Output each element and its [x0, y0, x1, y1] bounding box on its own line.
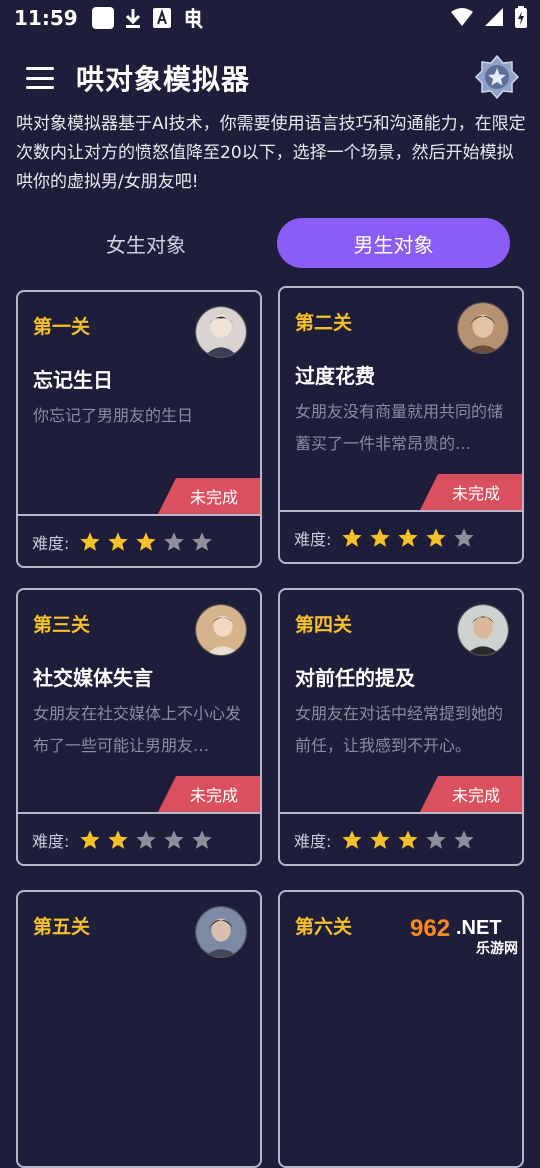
tab-female[interactable]: 女生对象	[20, 218, 272, 268]
menu-icon[interactable]	[26, 67, 54, 89]
wifi-icon	[450, 7, 474, 27]
difficulty-row: 难度:	[32, 530, 213, 554]
star-filled-icon	[107, 531, 129, 553]
level-card-5[interactable]: 第五关	[16, 890, 262, 1168]
level-card-4[interactable]: 第四关 对前任的提及 女朋友在对话中经常提到她的前任，让我感到不开心。 未完成 …	[278, 588, 524, 866]
app-header: 哄对象模拟器	[0, 52, 540, 104]
star-empty-icon	[163, 829, 185, 851]
difficulty-row: 难度:	[32, 828, 213, 852]
star-filled-icon	[341, 527, 363, 549]
star-empty-icon	[425, 829, 447, 851]
gender-tabs: 女生对象 男生对象	[20, 218, 520, 268]
font-icon	[152, 7, 172, 29]
star-filled-icon	[397, 527, 419, 549]
card-divider	[280, 510, 522, 512]
avatar	[195, 604, 247, 656]
card-description: 女朋友在社交媒体上不小心发布了一些可能让男朋友…	[33, 698, 253, 762]
card-divider	[18, 514, 260, 516]
download-icon	[124, 7, 142, 29]
level-card-3[interactable]: 第三关 社交媒体失言 女朋友在社交媒体上不小心发布了一些可能让男朋友… 未完成 …	[16, 588, 262, 866]
tab-male[interactable]: 男生对象	[277, 218, 510, 268]
page-title: 哄对象模拟器	[76, 58, 250, 98]
status-time: 11:59	[14, 6, 78, 30]
card-description: 女朋友在对话中经常提到她的前任，让我感到不开心。	[295, 698, 515, 762]
rank-badge-icon[interactable]	[474, 54, 520, 100]
difficulty-stars	[79, 531, 213, 553]
star-filled-icon	[425, 527, 447, 549]
app-notification-icon	[92, 7, 114, 29]
status-badge: 未完成	[158, 478, 262, 514]
star-empty-icon	[135, 829, 157, 851]
star-filled-icon	[369, 527, 391, 549]
level-card-1[interactable]: 第一关 忘记生日 你忘记了男朋友的生日 未完成 难度:	[16, 290, 262, 568]
bug-icon	[182, 6, 206, 30]
notification-icons	[92, 6, 206, 30]
difficulty-row: 难度:	[294, 526, 475, 550]
svg-text:乐游网: 乐游网	[476, 940, 518, 956]
status-bar: 11:59	[0, 0, 540, 36]
card-level: 第六关	[295, 912, 352, 939]
status-badge: 未完成	[158, 776, 262, 812]
star-empty-icon	[453, 527, 475, 549]
svg-text:962: 962	[410, 915, 450, 942]
system-icons	[450, 6, 528, 28]
difficulty-label: 难度:	[294, 828, 331, 852]
card-level: 第一关	[33, 312, 90, 339]
star-empty-icon	[191, 829, 213, 851]
card-divider	[280, 812, 522, 814]
card-description: 女朋友没有商量就用共同的储蓄买了一件非常昂贵的…	[295, 396, 515, 460]
card-title: 对前任的提及	[295, 662, 415, 691]
star-filled-icon	[79, 829, 101, 851]
avatar	[457, 604, 509, 656]
star-filled-icon	[107, 829, 129, 851]
watermark-logo: 962 .NET 乐游网	[404, 912, 534, 956]
signal-icon	[484, 7, 504, 27]
card-title: 社交媒体失言	[33, 662, 153, 691]
avatar	[195, 906, 247, 958]
difficulty-label: 难度:	[294, 526, 331, 550]
difficulty-stars	[341, 829, 475, 851]
difficulty-stars	[341, 527, 475, 549]
battery-icon	[514, 6, 528, 28]
card-level: 第四关	[295, 610, 352, 637]
card-divider	[18, 812, 260, 814]
star-filled-icon	[369, 829, 391, 851]
star-filled-icon	[135, 531, 157, 553]
avatar	[195, 306, 247, 358]
difficulty-row: 难度:	[294, 828, 475, 852]
star-empty-icon	[453, 829, 475, 851]
status-badge: 未完成	[420, 474, 524, 510]
star-filled-icon	[397, 829, 419, 851]
card-level: 第二关	[295, 308, 352, 335]
star-filled-icon	[79, 531, 101, 553]
svg-text:.NET: .NET	[456, 917, 502, 939]
card-level: 第五关	[33, 912, 90, 939]
intro-text: 哄对象模拟器基于AI技术，你需要使用语言技巧和沟通能力，在限定次数内让对方的愤怒…	[16, 110, 526, 197]
difficulty-label: 难度:	[32, 828, 69, 852]
status-badge: 未完成	[420, 776, 524, 812]
difficulty-label: 难度:	[32, 530, 69, 554]
level-card-2[interactable]: 第二关 过度花费 女朋友没有商量就用共同的储蓄买了一件非常昂贵的… 未完成 难度…	[278, 286, 524, 564]
card-title: 过度花费	[295, 360, 375, 389]
card-description: 你忘记了男朋友的生日	[33, 400, 253, 432]
star-filled-icon	[341, 829, 363, 851]
difficulty-stars	[79, 829, 213, 851]
avatar	[457, 302, 509, 354]
card-title: 忘记生日	[33, 364, 113, 393]
star-empty-icon	[191, 531, 213, 553]
star-empty-icon	[163, 531, 185, 553]
card-level: 第三关	[33, 610, 90, 637]
